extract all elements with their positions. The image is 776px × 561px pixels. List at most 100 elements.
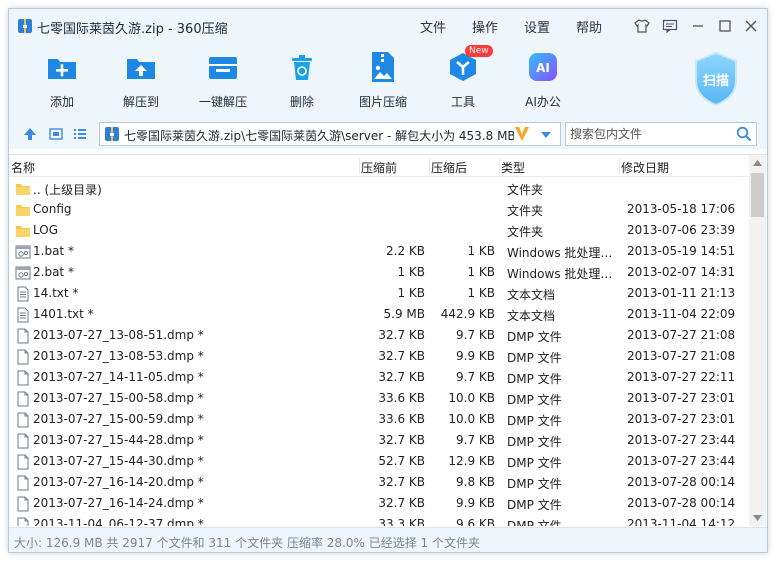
close-icon <box>745 20 757 32</box>
file-name: 2013-07-27_15-44-28.dmp * <box>33 433 204 447</box>
file-row[interactable]: Config 文件夹 2013-05-18 17:06 <box>9 199 749 220</box>
checkmark-v-icon <box>515 127 529 141</box>
ai-office-button[interactable]: AI AI办公 <box>511 47 575 113</box>
file-name: 2013-07-27_13-08-51.dmp * <box>33 328 204 342</box>
ai-icon-text: AI <box>536 61 550 75</box>
file-name: 14.txt * <box>33 286 79 300</box>
column-divider <box>619 158 620 174</box>
delete-label: 删除 <box>289 95 314 109</box>
app-window: 七零国际莱茵久游.zip - 360压缩 文件 操作 设置 帮助 添加 解压到 … <box>8 8 768 553</box>
up-arrow-icon[interactable] <box>23 127 37 141</box>
file-icon <box>15 349 31 365</box>
one-click-extract-icon <box>209 57 237 79</box>
file-list: 名称 压缩前 压缩后 类型 修改日期 .. (上级目录) 文件夹 Config 文件夹… <box>9 154 767 526</box>
file-row[interactable]: 14.txt * 1 KB 1 KB 文本文档 2013-01-11 21:13 <box>9 283 749 304</box>
scroll-down-arrow-icon[interactable] <box>753 515 762 521</box>
address-path: 七零国际莱茵久游.zip\七零国际莱茵久游\server - 解包大小为 453… <box>124 129 514 143</box>
file-uncompressed-size: 12.9 KB <box>448 454 495 468</box>
file-row[interactable]: 2013-07-27_14-11-05.dmp * 32.7 KB 9.7 KB DM… <box>9 367 749 388</box>
skin-button[interactable] <box>633 17 651 35</box>
one-click-extract-button[interactable]: 一键解压 <box>191 47 255 113</box>
file-uncompressed-size: 9.8 KB <box>456 475 495 489</box>
file-row[interactable]: .. (上级目录) 文件夹 <box>9 178 749 199</box>
close-button[interactable] <box>742 17 760 35</box>
maximize-button[interactable] <box>716 17 734 35</box>
file-row[interactable]: 1401.txt * 5.9 MB 442.9 KB 文本文档 2013-11-04 2… <box>9 304 749 325</box>
tools-button[interactable]: New 工具 <box>431 45 495 113</box>
file-row[interactable]: 2013-07-27_15-44-30.dmp * 52.7 KB 12.9 KB D… <box>9 451 749 472</box>
batch-file-icon <box>15 265 31 281</box>
thumbnail-view-icon[interactable] <box>49 127 63 141</box>
column-header-name[interactable]: 名称 <box>11 159 35 176</box>
feedback-button[interactable] <box>661 17 679 35</box>
file-row[interactable]: LOG 文件夹 2013-07-06 23:39 <box>9 220 749 241</box>
column-divider <box>499 158 500 174</box>
delete-button[interactable]: 删除 <box>270 47 334 113</box>
file-compressed-size: 32.7 KB <box>378 370 425 384</box>
status-bar: 大小: 126.9 MB 共 2917 个文件和 311 个文件夹 压缩率 28… <box>9 527 767 552</box>
column-header-compressed[interactable]: 压缩前 <box>361 159 397 176</box>
file-row[interactable]: 2013-07-27_16-14-24.dmp * 32.7 KB 9.9 KB DM… <box>9 493 749 514</box>
scrollbar-thumb[interactable] <box>751 173 764 217</box>
archive-app-icon <box>18 19 32 33</box>
image-compress-button[interactable]: 图片压缩 <box>351 47 415 113</box>
add-button[interactable]: 添加 <box>30 47 94 113</box>
address-row: 七零国际莱茵久游.zip\七零国际莱茵久游\server - 解包大小为 453… <box>9 119 767 149</box>
column-header-type[interactable]: 类型 <box>501 159 525 176</box>
search-input[interactable] <box>570 126 730 142</box>
extract-to-button[interactable]: 解压到 <box>109 47 173 113</box>
file-row[interactable]: 1.bat * 2.2 KB 1 KB Windows 批处理文件 2013-05-19… <box>9 241 749 262</box>
file-type: Windows 批处理文件 <box>507 267 615 281</box>
file-row[interactable]: 2013-07-27_16-14-20.dmp * 32.7 KB 9.8 KB DM… <box>9 472 749 493</box>
file-uncompressed-size: 9.7 KB <box>456 370 495 384</box>
minimize-icon <box>693 25 703 27</box>
trash-icon <box>292 55 312 80</box>
file-uncompressed-size: 1 KB <box>467 286 495 300</box>
minimize-button[interactable] <box>689 17 707 35</box>
menu-help[interactable]: 帮助 <box>576 17 602 36</box>
menu-settings[interactable]: 设置 <box>524 17 550 36</box>
file-type: DMP 文件 <box>507 393 562 407</box>
file-compressed-size: 5.9 MB <box>383 307 425 321</box>
file-row[interactable]: 2013-07-27_15-00-59.dmp * 33.6 KB 10.0 KB D… <box>9 409 749 430</box>
file-type: DMP 文件 <box>507 372 562 386</box>
file-rows: .. (上级目录) 文件夹 Config 文件夹 2013-05-18 17:06 LOG… <box>9 178 749 526</box>
file-type: 文本文档 <box>507 288 556 302</box>
file-uncompressed-size: 9.9 KB <box>456 349 495 363</box>
file-uncompressed-size: 10.0 KB <box>448 412 495 426</box>
file-date: 2013-07-28 00:14 <box>627 496 736 510</box>
list-view-icon[interactable] <box>73 127 87 141</box>
file-icon <box>15 370 31 386</box>
search-icon[interactable] <box>736 126 752 142</box>
file-row[interactable]: 2013-07-27_13-08-53.dmp * 32.7 KB 9.9 KB DM… <box>9 346 749 367</box>
file-uncompressed-size: 9.9 KB <box>456 496 495 510</box>
file-name: 2013-07-27_15-00-59.dmp * <box>33 412 204 426</box>
file-compressed-size: 52.7 KB <box>378 454 425 468</box>
scan-button[interactable]: 扫描 <box>693 51 739 107</box>
file-name: 2013-07-27_16-14-24.dmp * <box>33 496 204 510</box>
file-row[interactable]: 2.bat * 1 KB 1 KB Windows 批处理文件 2013-02-07 1… <box>9 262 749 283</box>
menu-file[interactable]: 文件 <box>420 17 446 36</box>
file-row[interactable]: 2013-07-27_15-00-58.dmp * 33.6 KB 10.0 KB D… <box>9 388 749 409</box>
file-date: 2013-07-27 21:08 <box>627 349 736 363</box>
search-box[interactable] <box>565 122 757 146</box>
file-type: 文件夹 <box>507 183 544 197</box>
file-icon <box>15 517 31 526</box>
file-row[interactable]: 2013-07-27_13-08-51.dmp * 32.7 KB 9.7 KB DM… <box>9 325 749 346</box>
address-bar[interactable]: 七零国际莱茵久游.zip\七零国际莱茵久游\server - 解包大小为 453… <box>99 122 561 146</box>
ai-office-icon: AI <box>529 53 557 81</box>
extract-to-label: 解压到 <box>122 95 159 109</box>
file-row[interactable]: 2013-07-27_15-44-28.dmp * 32.7 KB 9.7 KB DM… <box>9 430 749 451</box>
menu-operation[interactable]: 操作 <box>472 17 498 36</box>
file-date: 2013-07-27 23:44 <box>627 433 736 447</box>
tools-label: 工具 <box>450 95 475 109</box>
scroll-up-arrow-icon[interactable] <box>753 160 762 166</box>
file-uncompressed-size: 9.7 KB <box>456 433 495 447</box>
column-header-date[interactable]: 修改日期 <box>621 159 669 176</box>
vertical-scrollbar[interactable] <box>749 155 766 526</box>
file-type: DMP 文件 <box>507 456 562 470</box>
image-compress-icon <box>372 52 394 82</box>
file-row[interactable]: 2013-11-04_06-12-37.dmp * 33.3 KB 9.6 KB DM… <box>9 514 749 526</box>
column-header-uncompressed[interactable]: 压缩后 <box>431 159 467 176</box>
chevron-down-icon[interactable] <box>540 131 552 139</box>
